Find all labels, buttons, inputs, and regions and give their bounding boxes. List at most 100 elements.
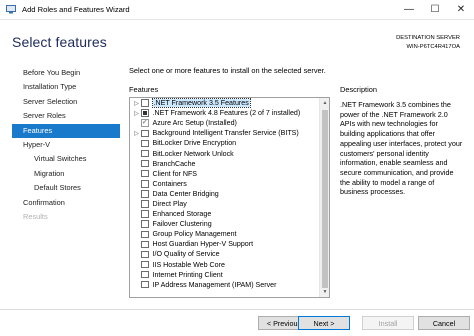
feature-label: Failover Clustering xyxy=(152,220,212,229)
next-button[interactable]: Next > xyxy=(298,316,350,330)
feature-row[interactable]: Group Policy Management xyxy=(130,229,320,239)
feature-row[interactable]: Direct Play xyxy=(130,199,320,209)
feature-row[interactable]: IP Address Management (IPAM) Server xyxy=(130,280,320,290)
nav-step-server-roles[interactable]: Server Roles xyxy=(12,109,120,123)
expand-arrow-icon[interactable]: ▷ xyxy=(132,98,141,108)
feature-label: Direct Play xyxy=(152,199,187,208)
feature-row[interactable]: Data Center Bridging xyxy=(130,189,320,199)
feature-label: IP Address Management (IPAM) Server xyxy=(152,280,277,289)
feature-label: Containers xyxy=(152,179,187,188)
install-button[interactable]: Install xyxy=(362,316,414,330)
features-heading: Features xyxy=(129,85,159,94)
feature-label: Host Guardian Hyper-V Support xyxy=(152,240,254,249)
feature-label: Internet Printing Client xyxy=(152,270,223,279)
feature-label: BitLocker Network Unlock xyxy=(152,149,234,158)
nav-step-features[interactable]: Features xyxy=(12,123,120,138)
feature-row[interactable]: Enhanced Storage xyxy=(130,209,320,219)
nav-step-virtual-switches[interactable]: Virtual Switches xyxy=(12,152,120,166)
close-button[interactable]: ✕ xyxy=(448,0,474,20)
feature-row[interactable]: Client for NFS xyxy=(130,169,320,179)
feature-row[interactable]: BitLocker Network Unlock xyxy=(130,148,320,158)
feature-checkbox[interactable] xyxy=(141,230,149,239)
feature-checkbox[interactable] xyxy=(141,250,149,259)
nav-step-installation-type[interactable]: Installation Type xyxy=(12,80,120,94)
feature-checkbox[interactable] xyxy=(141,200,149,208)
feature-checkbox[interactable] xyxy=(141,118,149,127)
feature-checkbox[interactable] xyxy=(141,109,149,117)
feature-row[interactable]: Internet Printing Client xyxy=(130,270,320,280)
scroll-down-icon[interactable]: ▼ xyxy=(320,287,329,297)
expand-arrow-icon[interactable]: ▷ xyxy=(132,128,141,138)
feature-label: .NET Framework 4.8 Features (2 of 7 inst… xyxy=(152,109,301,118)
feature-label: I/O Quality of Service xyxy=(152,250,220,259)
feature-checkbox[interactable] xyxy=(141,180,149,188)
server-manager-icon xyxy=(6,5,16,14)
feature-checkbox[interactable] xyxy=(141,99,149,107)
feature-row[interactable]: Azure Arc Setup (Installed) xyxy=(130,118,320,128)
cancel-button[interactable]: Cancel xyxy=(418,316,470,330)
feature-checkbox[interactable] xyxy=(141,260,149,269)
feature-checkbox[interactable] xyxy=(141,149,149,158)
nav-step-migration[interactable]: Migration xyxy=(12,167,120,181)
destination-label: DESTINATION SERVER xyxy=(396,35,460,41)
scrollbar-thumb[interactable] xyxy=(322,110,328,288)
feature-row[interactable]: Failover Clustering xyxy=(130,219,320,229)
wizard-steps-nav: Before You Begin Installation Type Server … xyxy=(12,66,120,224)
feature-label: Azure Arc Setup (Installed) xyxy=(152,119,237,128)
feature-checkbox[interactable] xyxy=(141,220,149,228)
feature-row[interactable]: ▷ .NET Framework 3.5 Features xyxy=(130,98,320,109)
nav-step-hyper-v[interactable]: Hyper-V xyxy=(12,138,120,152)
feature-checkbox[interactable] xyxy=(141,270,149,279)
feature-row[interactable]: IIS Hostable Web Core xyxy=(130,260,320,270)
nav-step-default-stores[interactable]: Default Stores xyxy=(12,181,120,195)
feature-row[interactable]: BranchCache xyxy=(130,159,320,169)
feature-label: BitLocker Drive Encryption xyxy=(152,139,237,148)
feature-label: IIS Hostable Web Core xyxy=(152,260,225,269)
feature-row[interactable]: Host Guardian Hyper-V Support xyxy=(130,239,320,249)
feature-label: Background Intelligent Transfer Service … xyxy=(152,129,299,138)
features-scrollbar[interactable]: ▲ ▼ xyxy=(319,98,329,297)
page-title: Select features xyxy=(12,34,107,50)
nav-step-server-selection[interactable]: Server Selection xyxy=(12,95,120,109)
nav-step-before-you-begin[interactable]: Before You Begin xyxy=(12,66,120,80)
feature-checkbox[interactable] xyxy=(141,159,149,168)
feature-checkbox[interactable] xyxy=(141,210,149,218)
feature-row[interactable]: BitLocker Drive Encryption xyxy=(130,138,320,148)
expand-arrow-icon[interactable]: ▷ xyxy=(132,108,141,118)
nav-step-confirmation[interactable]: Confirmation xyxy=(12,196,120,210)
feature-checkbox[interactable] xyxy=(141,280,149,289)
feature-checkbox[interactable] xyxy=(141,169,149,178)
description-heading: Description xyxy=(340,85,377,94)
feature-checkbox[interactable] xyxy=(141,190,149,198)
destination-server-info: DESTINATION SERVER WIN-P6TC4R417OA xyxy=(396,34,460,52)
feature-row[interactable]: Containers xyxy=(130,179,320,189)
maximize-button[interactable]: ☐ xyxy=(422,0,448,20)
nav-step-results: Results xyxy=(23,211,48,221)
features-tree[interactable]: ▷ .NET Framework 3.5 Features ▷ .NET Framew… xyxy=(129,97,330,298)
feature-checkbox[interactable] xyxy=(141,240,149,249)
title-bar: Add Roles and Features Wizard — ☐ ✕ xyxy=(0,0,474,20)
footer-divider xyxy=(0,309,474,310)
feature-row[interactable]: ▷ .NET Framework 4.8 Features (2 of 7 ins… xyxy=(130,108,320,118)
feature-label: BranchCache xyxy=(152,159,196,168)
minimize-button[interactable]: — xyxy=(396,0,422,20)
feature-label: .NET Framework 3.5 Features xyxy=(151,98,251,109)
scroll-up-icon[interactable]: ▲ xyxy=(320,98,329,108)
window-title: Add Roles and Features Wizard xyxy=(22,5,130,14)
feature-checkbox[interactable] xyxy=(141,139,149,148)
feature-row[interactable]: I/O Quality of Service xyxy=(130,249,320,259)
feature-checkbox[interactable] xyxy=(141,129,149,138)
feature-row[interactable]: ▷ Background Intelligent Transfer Service… xyxy=(130,128,320,138)
instruction-text: Select one or more features to install o… xyxy=(129,66,326,75)
